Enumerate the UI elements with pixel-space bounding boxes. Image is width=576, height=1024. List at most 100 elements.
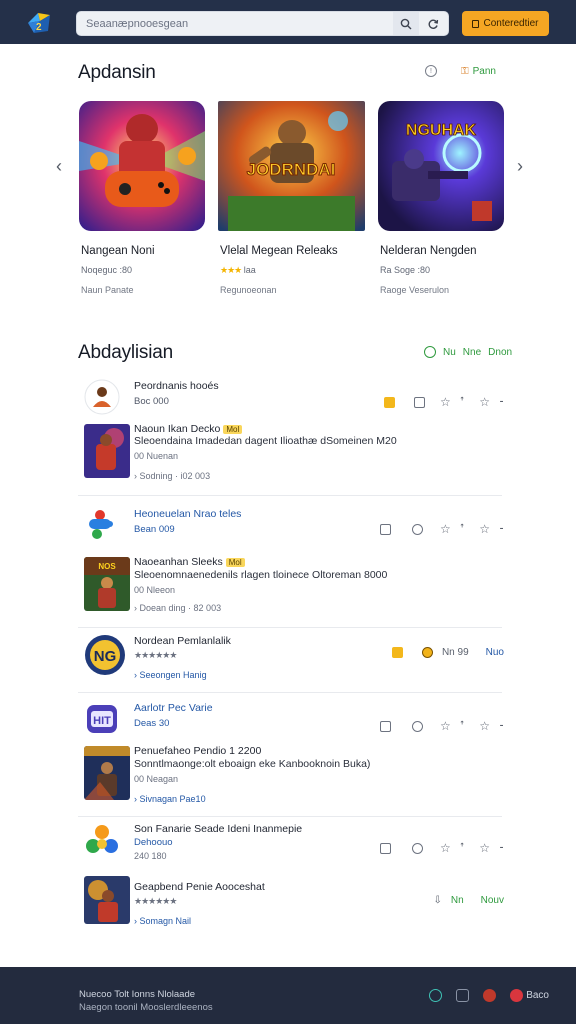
twitter-icon[interactable] [429, 989, 443, 1002]
book-icon[interactable] [456, 989, 470, 1002]
featured-action-link[interactable]: ⚿ Pann [461, 66, 496, 77]
footer: Nuecoo Tolt Ionns Nlolaade Naegon toonil… [0, 967, 576, 1024]
star-icon[interactable]: ☆ [479, 522, 490, 536]
item-meta-text: Sivnagan Pae10 [139, 794, 206, 804]
record-icon[interactable] [510, 989, 524, 1002]
star-icon[interactable]: ☆ [479, 719, 490, 733]
card-footer: Regunoeonan [220, 285, 277, 295]
item-title: Peordnanis hooés [134, 380, 219, 392]
info-icon[interactable]: ! [425, 65, 437, 77]
star-icon[interactable]: ☆ [440, 841, 451, 855]
app-icon: HIT [84, 701, 120, 737]
list-item[interactable]: Geapbend Penie Aooceshat ★★★★★★ › Somagn… [84, 876, 504, 928]
bookmark-icon[interactable] [379, 523, 391, 535]
download-icon[interactable]: ⇩ [433, 895, 441, 906]
item-meta: › Sodning · i02 003 [134, 471, 210, 481]
item-meta: › Sivnagan Pae10 [134, 794, 206, 804]
list-item[interactable]: Penuefaheo Pendio 1 2200 Sonntlmaonge:ol… [84, 745, 504, 806]
item-title-text: Naoun Ikan Decko [134, 423, 221, 435]
tag-icon[interactable] [391, 647, 403, 658]
star-icon[interactable]: ☆ [440, 395, 451, 409]
list-title: Abdaylisian [78, 342, 173, 363]
item-title-number: 1 2200 [229, 745, 262, 757]
featured-card[interactable]: JODRNDAI Vlelal Megean Releaks ★★★ laa R… [218, 101, 365, 295]
more-icon[interactable]: ⁃ [499, 524, 504, 535]
bookmark-icon[interactable] [379, 842, 391, 854]
featured-card[interactable]: Nangean Noni Noqeguc :80 Naun Panate [79, 101, 205, 295]
search-input[interactable] [86, 16, 386, 32]
refresh-button[interactable] [420, 12, 446, 35]
whatsapp-icon[interactable] [424, 346, 436, 358]
game-thumbnail [84, 424, 130, 478]
bookmark-icon[interactable] [413, 396, 425, 408]
search-icon [400, 18, 412, 29]
bookmark-icon[interactable] [379, 720, 391, 732]
list-action-2[interactable]: Nne [463, 347, 481, 358]
list-item[interactable]: HIT Aarlotr Pec Varie Deas 30 ☆ ꜛ ☆ ⁃ [84, 701, 504, 737]
app-icon [84, 822, 120, 858]
footer-line-1[interactable]: Nuecoo Tolt Ionns Nlolaade [79, 989, 195, 1000]
footer-line-2[interactable]: Naegon toonil Mooslerdleeenos [79, 1002, 213, 1013]
item-subtitle: Bean 009 [134, 524, 175, 535]
card-rating-stars: ★★★ [220, 265, 242, 275]
star-icon[interactable]: ☆ [479, 841, 490, 855]
share-icon[interactable]: ꜛ [460, 524, 465, 534]
divider [78, 816, 502, 817]
search-button[interactable] [393, 12, 419, 35]
item-actions: ☆ ꜛ ☆ ⁃ [383, 395, 504, 409]
app-icon-text: HIT [93, 715, 111, 727]
item-rating-stars: ★★★★★★ [134, 650, 177, 660]
youtube-icon[interactable] [483, 989, 497, 1002]
star-icon[interactable]: ☆ [479, 395, 490, 409]
card-meta: ★★★ laa [220, 265, 256, 276]
item-meta-text: Sodning · i02 003 [139, 471, 211, 481]
more-icon[interactable]: ⁃ [499, 397, 504, 408]
item-title: Heoneuelan Nrao teles [134, 508, 242, 520]
item-actions: ☆ ꜛ ☆ ⁃ [379, 841, 504, 855]
list-item[interactable]: Naoun Ikan Decko Mol Sleoendaina Imadedan… [84, 423, 504, 486]
carousel-next-button[interactable]: › [513, 155, 527, 177]
list-item[interactable]: Son Fanarie Seade Ideni Inanmepie Dehoou… [84, 822, 504, 862]
header-cta-button[interactable]: Conteredtier [462, 11, 549, 36]
chevron-right-icon: › [134, 603, 137, 613]
item-action-link[interactable]: Nuo [486, 647, 504, 658]
app-icon: NG [84, 634, 126, 676]
card-meta: Noqeguc :80 [81, 265, 133, 275]
item-title: Naoeanhan Sleeks Mol [134, 556, 245, 568]
item-description: Sleoendaina Imadedan dagent Ilioathæ dSo… [134, 435, 397, 447]
item-price: 00 Nleeon [134, 585, 176, 595]
list-action-1[interactable]: Nu [443, 347, 456, 358]
info-icon[interactable] [411, 523, 423, 535]
app-icon [84, 506, 120, 542]
more-icon[interactable]: ⁃ [499, 721, 504, 732]
list-item[interactable]: NG Nordean Pemlanlalik ★★★★★★ › Seeongen… [84, 634, 504, 680]
divider [78, 495, 502, 496]
list-item[interactable]: NOS Naoeanhan Sleeks Mol Sleoenomnaeneden… [84, 556, 504, 617]
list-action-3[interactable]: Dnon [488, 347, 512, 358]
chat-icon[interactable] [411, 842, 423, 854]
coin-icon[interactable] [421, 647, 433, 658]
game-thumbnail: NOS [84, 557, 130, 611]
featured-card[interactable]: NGUHAK Nelderan Nengden Ra Soge :80 Raog… [378, 101, 504, 295]
tag-icon[interactable] [383, 396, 395, 408]
card-title: Vlelal Megean Releaks [220, 245, 338, 257]
list-item[interactable]: Peordnanis hooés Boc 000 ☆ ꜛ ☆ ⁃ [84, 379, 504, 419]
item-action-link[interactable]: Nouv [481, 895, 504, 906]
item-price: 00 Neagan [134, 774, 179, 784]
lock-icon [472, 19, 480, 28]
share-icon[interactable]: ꜛ [460, 721, 465, 731]
featured-action-label: Pann [472, 65, 496, 77]
star-icon[interactable]: ☆ [440, 522, 451, 536]
footer-label[interactable]: Baco [526, 990, 549, 1001]
star-icon[interactable]: ☆ [440, 719, 451, 733]
app-logo-icon[interactable]: 2 [26, 9, 54, 37]
share-icon[interactable]: ꜛ [460, 397, 465, 407]
carousel-prev-button[interactable]: ‹ [52, 155, 66, 177]
item-count: Nn 99 [441, 647, 469, 658]
info-icon[interactable] [411, 720, 423, 732]
list-item[interactable]: Heoneuelan Nrao teles Bean 009 ☆ ꜛ ☆ ⁃ [84, 506, 504, 540]
share-icon[interactable]: ꜛ [460, 843, 465, 853]
card-footer: Raoge Veserulon [380, 285, 450, 295]
more-icon[interactable]: ⁃ [499, 843, 504, 854]
item-description: Sleoenomnaenedenils rlagen tloinece Olto… [134, 569, 388, 581]
